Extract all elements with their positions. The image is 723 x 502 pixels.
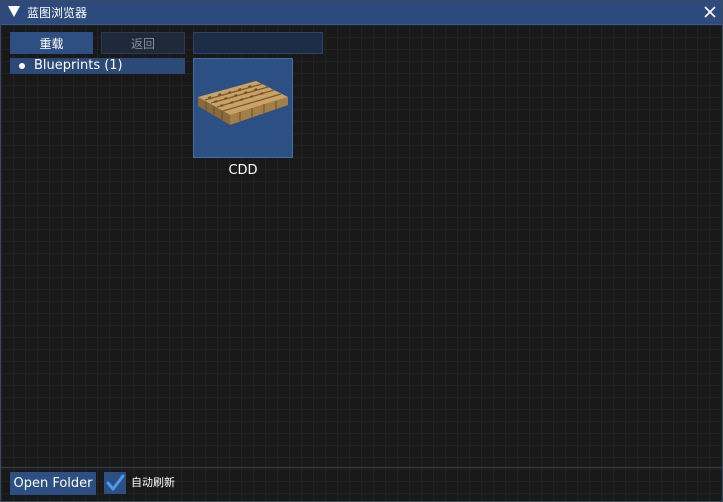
window-titlebar[interactable]: 蓝图浏览器 xyxy=(1,1,722,25)
tree-item-blueprints[interactable]: Blueprints (1) xyxy=(10,58,185,74)
back-button[interactable]: 返回 xyxy=(101,32,185,54)
window-title: 蓝图浏览器 xyxy=(27,6,88,20)
bullet-icon xyxy=(19,63,25,69)
auto-refresh-label: 自动刷新 xyxy=(131,476,175,489)
collapse-triangle-icon[interactable] xyxy=(8,6,20,17)
blueprint-thumbnail[interactable] xyxy=(193,58,293,158)
auto-refresh-checkbox[interactable] xyxy=(104,472,126,494)
blueprint-preview-image xyxy=(198,81,288,125)
blueprint-card[interactable]: CDD xyxy=(193,58,293,178)
footer-divider xyxy=(1,467,722,468)
tree-item-label: Blueprints (1) xyxy=(34,58,123,73)
reload-button[interactable]: 重载 xyxy=(10,32,93,54)
close-icon[interactable] xyxy=(702,4,718,20)
search-input[interactable] xyxy=(193,32,323,54)
blueprint-name: CDD xyxy=(228,163,258,178)
blueprint-browser-window: 蓝图浏览器 重载 返回 Blueprints (1) CDD Open Fold… xyxy=(0,0,723,502)
checkmark-icon xyxy=(106,474,125,491)
open-folder-button[interactable]: Open Folder xyxy=(10,472,96,495)
